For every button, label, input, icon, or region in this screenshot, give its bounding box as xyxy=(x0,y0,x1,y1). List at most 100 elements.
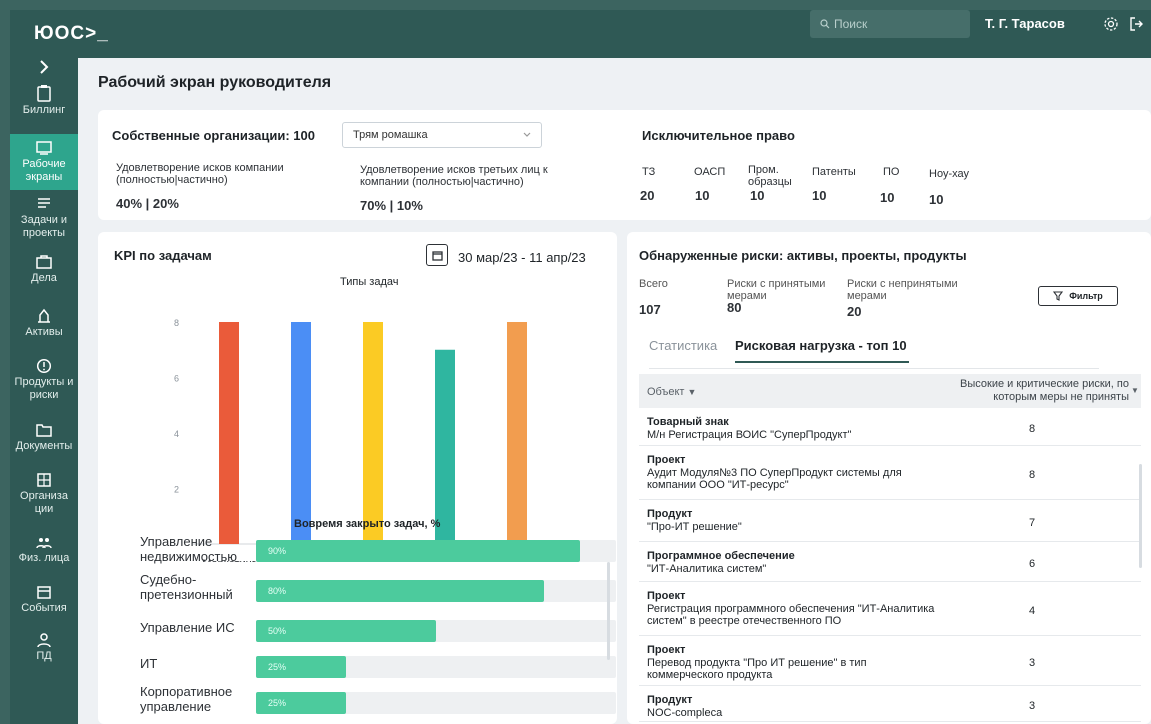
kpi-card: KPI по задачам 30 мар/23 - 11 апр/23 Тип… xyxy=(98,232,617,724)
building-icon xyxy=(37,473,51,487)
chevron-down-icon xyxy=(523,132,531,137)
sidebar: Биллинг Рабочие экраны Задачи и проекты … xyxy=(10,58,78,724)
sidebar-expand-icon[interactable] xyxy=(10,60,78,80)
tab-risk-load[interactable]: Рисковая нагрузка - топ 10 xyxy=(735,338,909,363)
sidebar-item-pd[interactable]: ПД xyxy=(10,632,78,672)
sidebar-item-tasks[interactable]: Задачи и проекты xyxy=(10,196,78,244)
sort-icon[interactable]: ▼ xyxy=(688,387,697,397)
ontime-category-label: ИТ xyxy=(140,656,158,671)
ontime-bar[interactable]: 25% xyxy=(256,692,346,714)
table-row[interactable]: Товарный знак М/н Регистрация ВОИС "Супер… xyxy=(639,412,1141,446)
table-row[interactable]: Продукт "Про-ИТ решение" 7 xyxy=(639,504,1141,542)
sidebar-item-label: ПД xyxy=(36,650,52,662)
sidebar-item-cases[interactable]: Дела xyxy=(10,254,78,294)
row-object-type: Продукт xyxy=(647,694,693,706)
tasks-icon xyxy=(38,198,50,208)
ontime-bar-track: 25% xyxy=(256,692,616,714)
rights-label-knowhow: Ноу-хау xyxy=(929,168,969,180)
risks-unaccepted-value: 20 xyxy=(847,304,862,319)
ontime-bar-track: 80% xyxy=(256,580,616,602)
rights-value-software: 10 xyxy=(880,190,895,205)
ontime-bar[interactable]: 90% xyxy=(256,540,580,562)
row-object-type: Программное обеспечение xyxy=(647,550,795,562)
third-claims-value: 70% | 10% xyxy=(360,198,423,213)
row-object-type: Проект xyxy=(647,644,686,656)
risks-total-value: 107 xyxy=(639,302,661,317)
y-tick-label: 8 xyxy=(174,318,179,328)
rights-value-designs: 10 xyxy=(750,188,765,203)
column-header-risk[interactable]: Высокие и критические риски, по которым … xyxy=(939,378,1129,404)
row-object-name: Перевод продукта "Про ИТ решение" в тип … xyxy=(647,657,867,681)
sidebar-item-billing[interactable]: Биллинг xyxy=(10,84,78,128)
ontime-chart-title: Вовремя закрыто задач, % xyxy=(294,518,441,530)
alert-circle-icon xyxy=(36,358,52,374)
rights-value-oasp: 10 xyxy=(695,188,710,203)
table-row[interactable]: Проект Перевод продукта "Про ИТ решение" … xyxy=(639,640,1141,686)
kpi-date-range[interactable]: 30 мар/23 - 11 апр/23 xyxy=(458,250,586,265)
sidebar-item-label: Биллинг xyxy=(22,104,66,116)
ontime-bar[interactable]: 80% xyxy=(256,580,544,602)
table-row[interactable]: Проект Аудит Модуля№3 ПО СуперПродукт сис… xyxy=(639,450,1141,500)
sidebar-item-documents[interactable]: Документы xyxy=(10,422,78,462)
row-object-type: Товарный знак xyxy=(647,416,729,428)
search-input[interactable]: Поиск xyxy=(810,10,970,38)
search-icon xyxy=(820,19,830,29)
row-object-type: Продукт xyxy=(647,508,693,520)
y-tick-label: 6 xyxy=(174,374,179,384)
sidebar-item-organizations[interactable]: Организа ции xyxy=(10,472,78,520)
sidebar-item-persons[interactable]: Физ. лица xyxy=(10,536,78,572)
logout-icon[interactable] xyxy=(1127,15,1145,33)
scrollbar[interactable] xyxy=(607,562,610,660)
bar-3[interactable] xyxy=(435,349,455,544)
bar-2[interactable] xyxy=(363,322,383,544)
row-risk-count: 6 xyxy=(1029,558,1036,570)
table-row[interactable]: Продукт NOC-compleca 3 xyxy=(639,690,1141,722)
row-object-name: Регистрация программного обеспечения "ИТ… xyxy=(647,603,935,627)
ontime-category-label: Управление недвижимостью xyxy=(140,534,237,564)
user-name[interactable]: Т. Г. Тарасов xyxy=(985,16,1065,31)
organization-select[interactable]: Трям ромашка xyxy=(342,122,542,148)
bar-1[interactable] xyxy=(291,322,311,544)
sidebar-item-label: Физ. лица xyxy=(18,552,70,564)
column-header-object[interactable]: Объект ▼ xyxy=(647,386,696,398)
sidebar-item-work-screens[interactable]: Рабочие экраны xyxy=(10,134,78,190)
bar-0[interactable] xyxy=(219,322,239,544)
ontime-bar[interactable]: 25% xyxy=(256,656,346,678)
scrollbar[interactable] xyxy=(1139,464,1142,568)
ontime-bar[interactable]: 50% xyxy=(256,620,436,642)
table-row[interactable]: Проект Регистрация программного обеспечен… xyxy=(639,586,1141,636)
row-risk-count: 3 xyxy=(1029,700,1036,712)
sidebar-item-products-risks[interactable]: Продукты и риски xyxy=(10,358,78,406)
sidebar-item-events[interactable]: События xyxy=(10,584,78,624)
row-risk-count: 4 xyxy=(1029,605,1036,617)
sidebar-item-label: Задачи и проекты xyxy=(20,214,68,239)
tab-statistics[interactable]: Статистика xyxy=(649,338,717,353)
table-row[interactable]: Программное обеспечение "ИТ-Аналитика сис… xyxy=(639,546,1141,582)
ontime-category-label: Судебно-претензионный xyxy=(140,572,233,602)
kpi-title: KPI по задачам xyxy=(114,248,212,263)
filter-button[interactable]: Фильтр xyxy=(1038,286,1118,306)
search-placeholder: Поиск xyxy=(834,17,868,31)
sidebar-item-assets[interactable]: Активы xyxy=(10,308,78,348)
sidebar-item-label: Документы xyxy=(15,440,73,452)
date-picker-button[interactable] xyxy=(426,244,448,266)
app-logo[interactable]: ЮОС>_ xyxy=(34,23,109,45)
risks-accepted-value: 80 xyxy=(727,300,742,315)
risks-total-label: Всего xyxy=(639,278,668,290)
orgs-title: Собственные организации: 100 xyxy=(112,128,315,143)
rights-label-designs: Пром. образцы xyxy=(748,164,792,188)
summary-card: Собственные организации: 100 Трям ромашк… xyxy=(98,110,1151,220)
tabs-divider xyxy=(649,368,1099,369)
table-header: Объект ▼ Высокие и критические риски, по… xyxy=(639,374,1141,408)
calendar-icon xyxy=(431,250,443,261)
sidebar-item-label: Активы xyxy=(25,326,63,338)
row-object-type: Проект xyxy=(647,590,686,602)
person-icon xyxy=(37,633,51,648)
row-risk-count: 3 xyxy=(1029,657,1036,669)
risks-title: Обнаруженные риски: активы, проекты, про… xyxy=(639,248,967,263)
gear-icon[interactable] xyxy=(1102,15,1120,33)
clipboard-icon xyxy=(37,85,51,102)
chevron-down-icon[interactable]: ▼ xyxy=(1131,386,1139,395)
risks-accepted-label: Риски с принятыми мерами xyxy=(727,278,826,302)
bar-4[interactable] xyxy=(507,322,527,544)
